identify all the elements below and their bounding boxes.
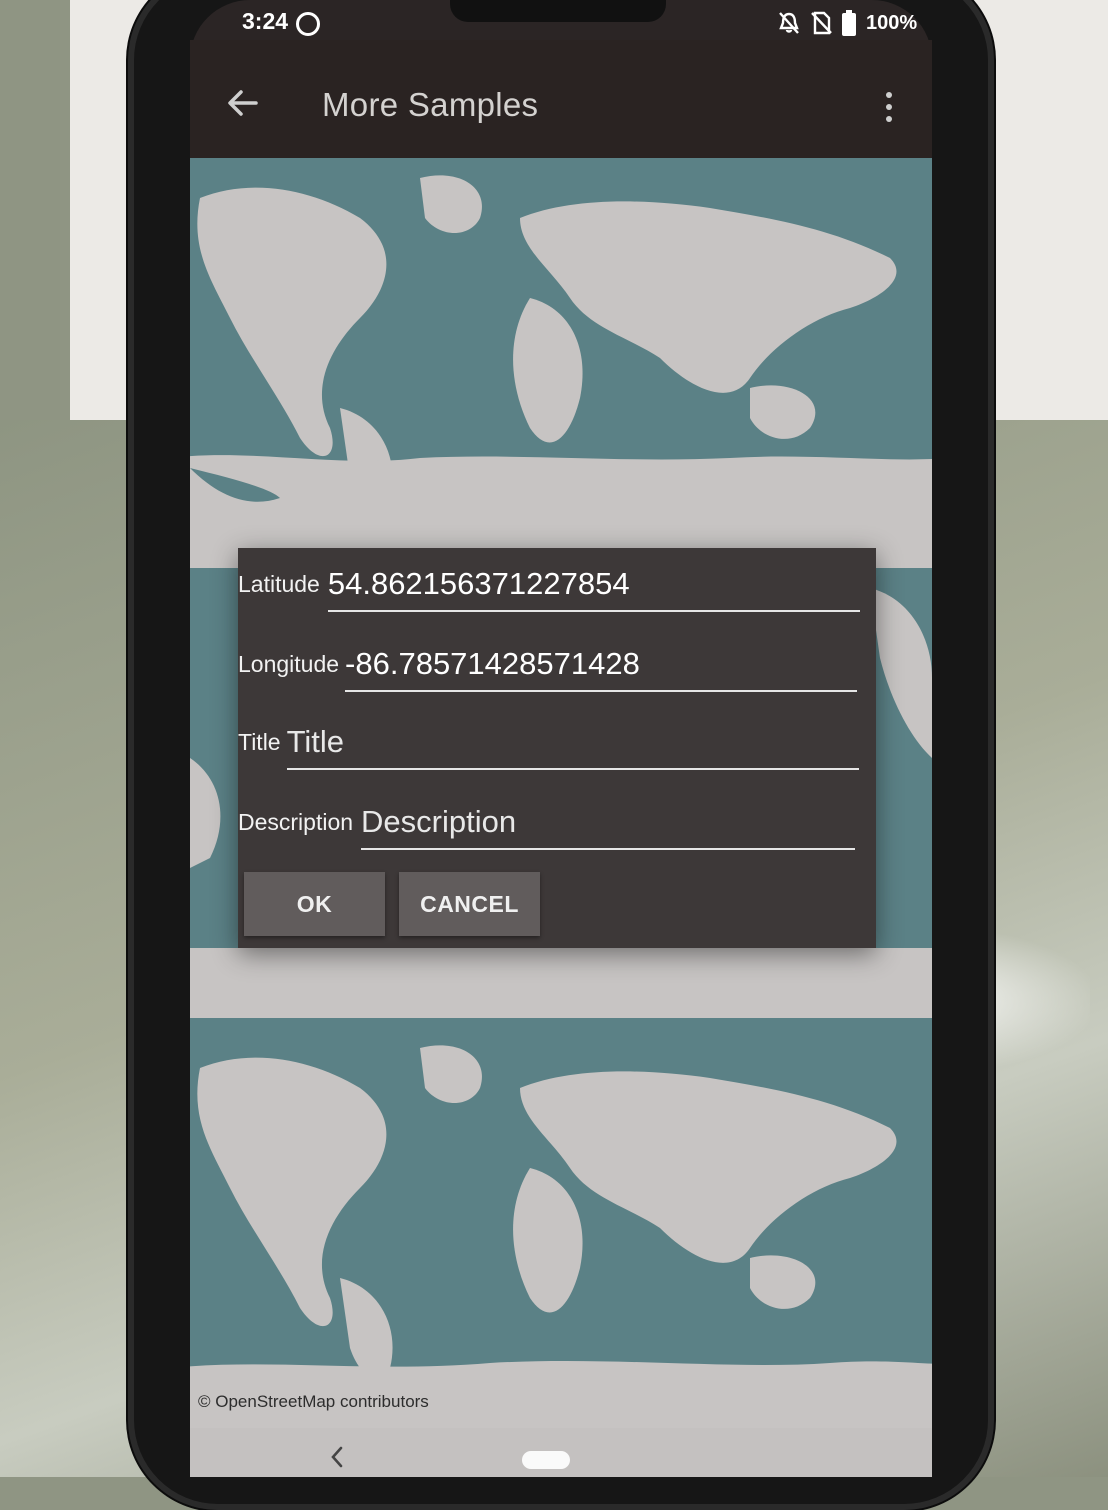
description-label: Description	[238, 809, 354, 835]
cancel-button[interactable]: CANCEL	[399, 872, 540, 936]
longitude-input[interactable]	[345, 646, 858, 692]
title-input[interactable]	[286, 724, 859, 770]
app-title: More Samples	[322, 86, 539, 123]
app-bar	[190, 40, 932, 158]
status-time: 3:24	[242, 8, 289, 34]
latitude-input[interactable]	[327, 566, 860, 612]
overflow-menu-icon[interactable]	[884, 92, 894, 126]
title-label: Title	[238, 729, 281, 755]
status-icons: 100%	[778, 10, 917, 36]
latitude-row: Latitude	[238, 566, 860, 612]
description-input[interactable]	[361, 804, 856, 850]
title-row: Title	[238, 724, 859, 770]
longitude-label: Longitude	[238, 651, 340, 677]
map-tile-bottom	[190, 1018, 932, 1428]
map-attribution: © OpenStreetMap contributors	[198, 1392, 429, 1411]
sync-icon	[296, 12, 320, 36]
nav-home-pill[interactable]	[522, 1451, 570, 1469]
ok-button[interactable]: OK	[244, 872, 385, 936]
battery-percentage: 100%	[866, 11, 918, 34]
battery-icon	[842, 10, 856, 36]
back-arrow-icon[interactable]	[226, 86, 260, 125]
latitude-label: Latitude	[238, 571, 320, 597]
notifications-off-icon	[779, 12, 799, 34]
map-tile-top	[190, 158, 932, 518]
add-marker-dialog: Latitude Longitude Title Description OK …	[238, 548, 876, 948]
longitude-row: Longitude	[238, 646, 858, 692]
description-row: Description	[238, 804, 856, 850]
nav-back-icon[interactable]	[330, 1446, 344, 1473]
no-sim-icon	[811, 11, 832, 35]
camera-notch	[450, 0, 666, 22]
